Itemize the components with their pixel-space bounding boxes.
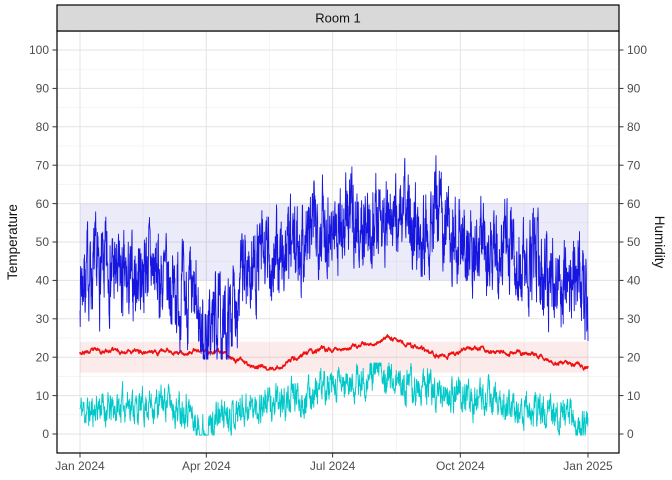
y-tick-label-right: 10 (627, 389, 641, 403)
y-tick-label-right: 70 (627, 158, 641, 172)
y-axis-title-right: Humidity (652, 216, 667, 269)
y-tick-label-left: 70 (36, 158, 50, 172)
y-tick-label-left: 30 (36, 312, 50, 326)
y-tick-label-right: 20 (627, 350, 641, 364)
x-tick-label: Jan 2025 (563, 459, 613, 473)
y-axis-left: 0 10 20 30 40 50 60 70 80 90 100 (29, 43, 57, 441)
x-tick-label: Jul 2024 (310, 459, 356, 473)
y-tick-label-left: 10 (36, 389, 50, 403)
chart-figure: Room 1 0 10 20 30 40 50 60 70 80 90 100 0 10 20 30 40 5… (0, 0, 672, 480)
x-tick-label: Jan 2024 (55, 459, 105, 473)
y-tick-label-left: 100 (29, 43, 49, 57)
y-tick-label-left: 60 (36, 197, 50, 211)
y-tick-label-left: 90 (36, 82, 50, 96)
x-tick-label: Apr 2024 (182, 459, 231, 473)
y-tick-label-right: 40 (627, 274, 641, 288)
temperature-comfort-band (80, 342, 588, 373)
y-tick-label-left: 0 (42, 427, 49, 441)
y-tick-label-left: 50 (36, 235, 50, 249)
y-tick-label-right: 90 (627, 82, 641, 96)
y-tick-label-right: 30 (627, 312, 641, 326)
chart-svg: Room 1 0 10 20 30 40 50 60 70 80 90 100 0 10 20 30 40 5… (0, 0, 672, 480)
x-tick-label: Oct 2024 (436, 459, 485, 473)
y-tick-label-right: 60 (627, 197, 641, 211)
x-axis-bottom: Jan 2024 Apr 2024 Jul 2024 Oct 2024 Jan 2025 (55, 453, 613, 473)
y-tick-label-right: 80 (627, 120, 641, 134)
y-tick-label-left: 40 (36, 274, 50, 288)
y-axis-title-left: Temperature (5, 204, 20, 280)
y-tick-label-left: 80 (36, 120, 50, 134)
y-tick-label-right: 100 (627, 43, 647, 57)
y-tick-label-left: 20 (36, 350, 50, 364)
facet-strip-title: Room 1 (315, 11, 361, 26)
y-tick-label-right: 50 (627, 235, 641, 249)
y-axis-right: 0 10 20 30 40 50 60 70 80 90 100 (619, 43, 647, 441)
y-tick-label-right: 0 (627, 427, 634, 441)
